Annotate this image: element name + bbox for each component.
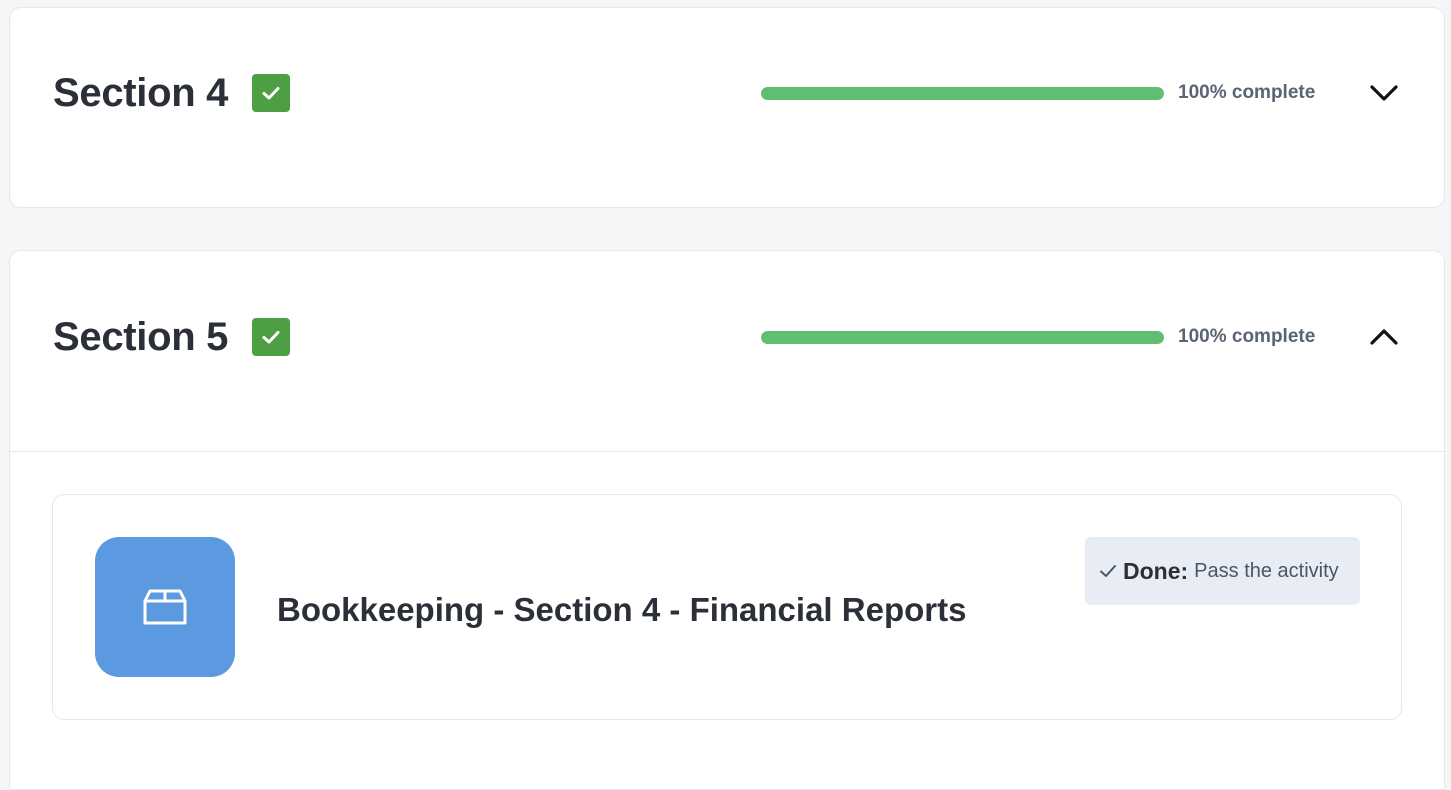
section-4-toggle-button[interactable]: [1366, 75, 1402, 111]
section-5-card: Section 5 100% complete Bookkeeping - Se…: [9, 250, 1445, 790]
section-title: Section 5: [53, 314, 229, 359]
completion-status-badge: Done: Pass the activity: [1085, 537, 1360, 605]
section-complete-check-icon: [252, 74, 290, 112]
progress-text: 100% complete: [1178, 82, 1316, 103]
section-4-card: Section 4 100% complete: [9, 7, 1445, 208]
progress-bar-fill: [761, 330, 1164, 344]
progress-text: 100% complete: [1178, 326, 1316, 347]
section-divider: [10, 451, 1444, 452]
progress-bar-fill: [761, 86, 1164, 100]
progress-bar: [761, 86, 1164, 100]
activity-title-link[interactable]: Bookkeeping - Section 4 - Financial Repo…: [277, 591, 966, 629]
package-icon: [143, 589, 187, 625]
section-complete-check-icon: [252, 318, 290, 356]
activity-icon-button[interactable]: [95, 537, 235, 677]
completion-label: Done:: [1123, 557, 1189, 584]
chevron-down-icon: [1370, 85, 1398, 101]
section-5-header: Section 5 100% complete: [10, 314, 1444, 359]
check-icon: [1100, 565, 1116, 577]
section-title: Section 4: [53, 70, 229, 115]
section-5-toggle-button[interactable]: [1366, 319, 1402, 355]
progress-bar: [761, 330, 1164, 344]
chevron-up-icon: [1370, 329, 1398, 345]
section-4-header: Section 4 100% complete: [10, 70, 1444, 115]
completion-description: Pass the activity: [1194, 559, 1339, 582]
activity-card: Bookkeeping - Section 4 - Financial Repo…: [52, 494, 1402, 720]
